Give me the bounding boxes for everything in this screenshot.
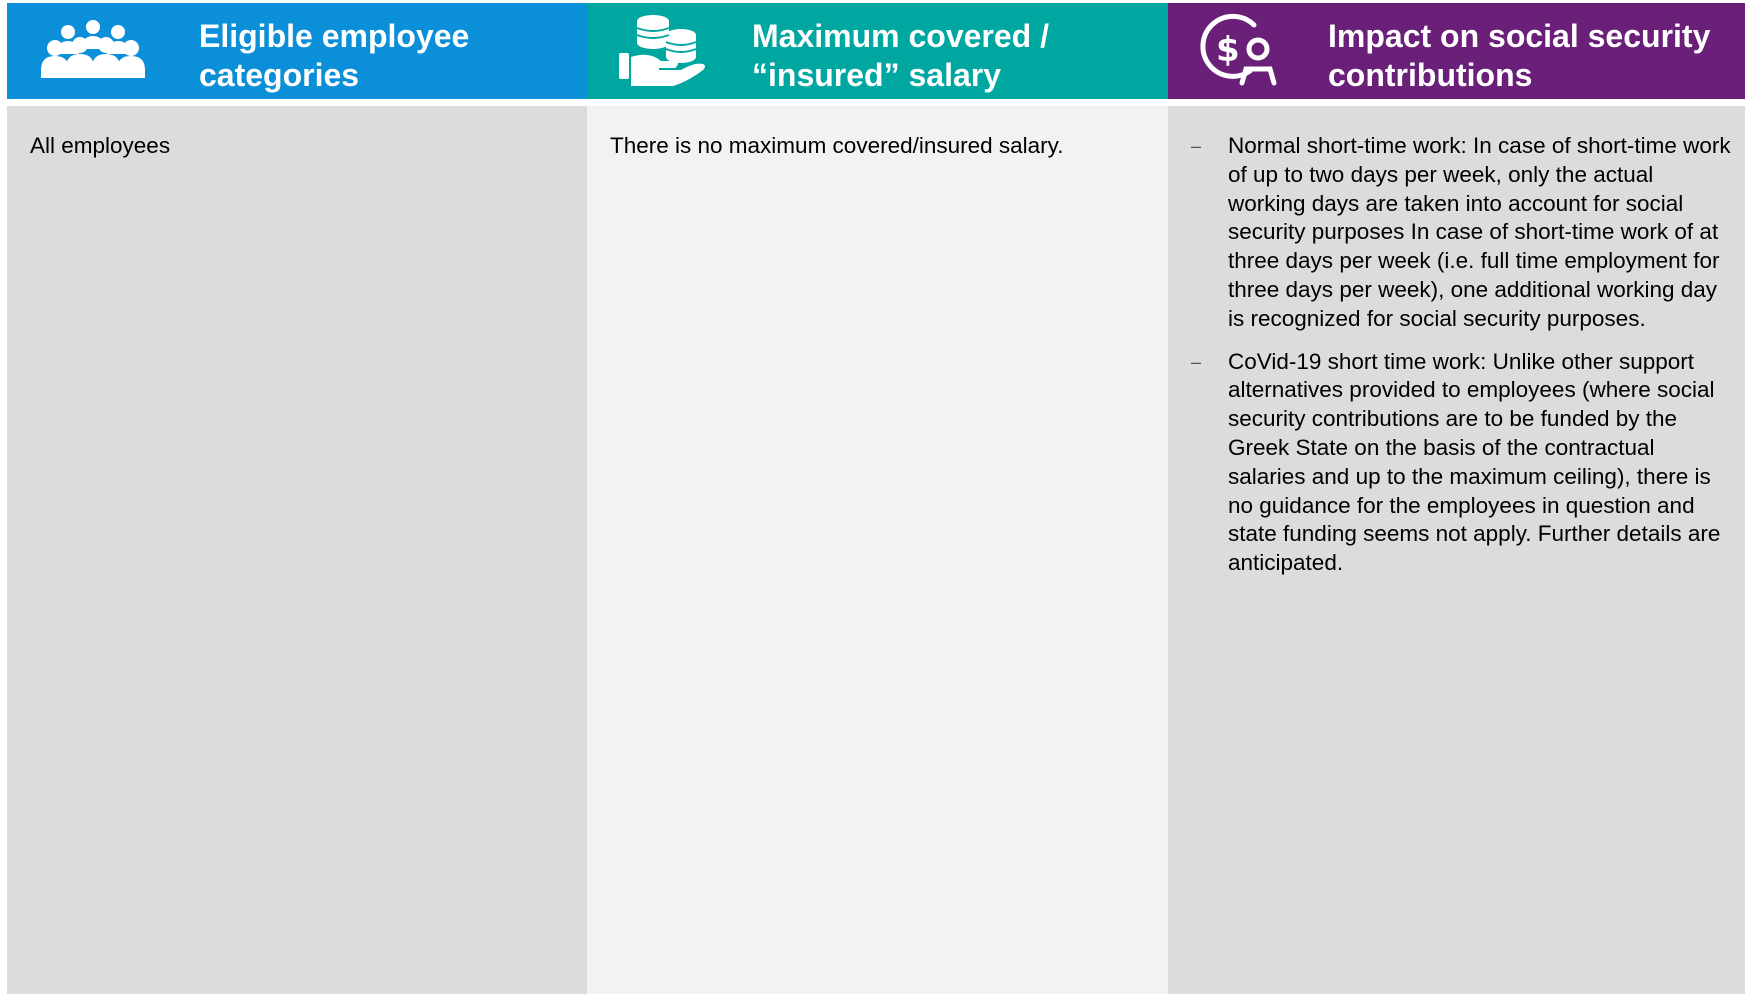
bullet-text: Normal short-time work: In case of short… [1228, 133, 1731, 331]
people-group-icon [33, 11, 153, 91]
impact-bullet-list: – Normal short-time work: In case of sho… [1168, 132, 1745, 592]
column-title: Eligible employee categories [199, 18, 470, 93]
column-title: Impact on social security contributions [1328, 18, 1711, 93]
bullet-text: CoVid-19 short time work: Unlike other s… [1228, 348, 1721, 576]
bullet-normal-short-time-work: – Normal short-time work: In case of sho… [1168, 132, 1745, 334]
column-title: Maximum covered / “insured” salary [752, 18, 1049, 93]
bullet-dash-icon: – [1191, 351, 1202, 372]
column-header: Eligible employee categories [7, 3, 587, 99]
column-body: There is no maximum covered/insured sala… [587, 106, 1168, 994]
column-header: Maximum covered / “insured” salary [587, 3, 1168, 99]
dollar-person-icon: $ [1180, 11, 1300, 91]
column-body: All employees [7, 106, 587, 994]
page: Eligible employee categories All employe… [0, 0, 1745, 994]
bullet-dash-icon: – [1191, 136, 1202, 156]
column-header: $ Impact on social security contribution… [1168, 3, 1745, 99]
bullet-covid-short-time-work: – CoVid-19 short time work: Unlike other… [1168, 348, 1745, 578]
column-body: – Normal short-time work: In case of sho… [1168, 106, 1745, 994]
svg-text:$: $ [1216, 30, 1240, 70]
column-maximum-covered-salary: Maximum covered / “insured” salary There… [587, 0, 1168, 994]
eligible-categories-text: All employees [30, 133, 171, 158]
maximum-salary-text: There is no maximum covered/insured sala… [610, 133, 1064, 158]
coins-hand-icon [602, 11, 722, 91]
column-eligible-employee-categories: Eligible employee categories All employe… [7, 0, 587, 994]
column-impact-social-security: $ Impact on social security contribution… [1168, 0, 1745, 994]
